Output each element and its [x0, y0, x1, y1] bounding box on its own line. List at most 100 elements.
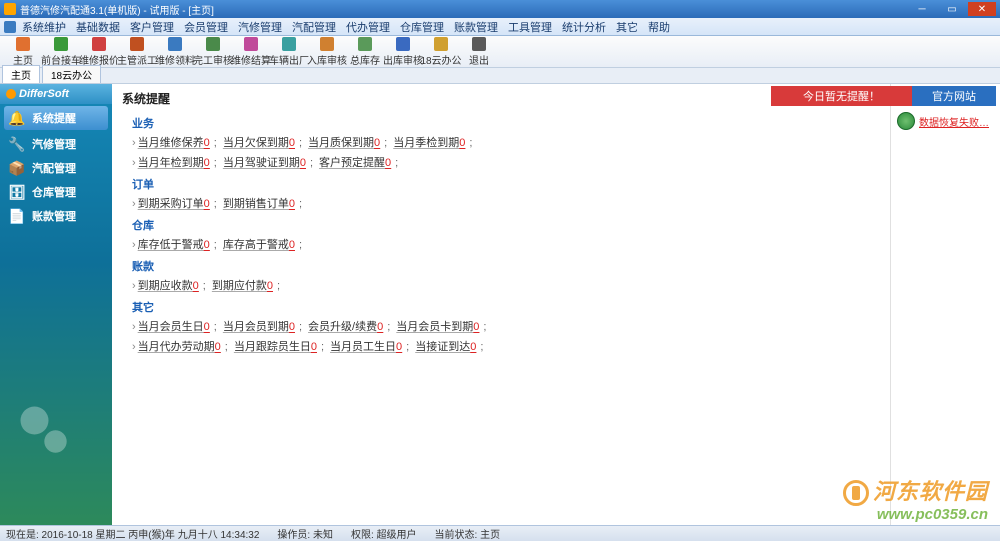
toolbar: 主页 前台接车 维修报价 主管派工 维修领料 完工审核 维修结算 车辆出厂 入库… [0, 36, 1000, 68]
minimize-button[interactable]: ─ [908, 2, 936, 16]
toolbar-label: 18云办公 [420, 52, 461, 67]
menu-item[interactable]: 代办管理 [346, 19, 390, 35]
menu-item[interactable]: 汽配管理 [292, 19, 336, 35]
section-title: 仓库 [132, 217, 880, 233]
reminder-link[interactable]: 到期销售订单0 [223, 198, 295, 210]
status-perm: 权限: 超级用户 [351, 526, 417, 541]
reminder-link[interactable]: 当接证到达0 [415, 341, 476, 353]
reminder-link[interactable]: 会员升级/续费0 [308, 321, 383, 333]
toolbar-车辆出厂[interactable]: 车辆出厂 [270, 37, 308, 67]
reminder-link[interactable]: 库存低于警戒0 [138, 239, 210, 251]
reminder-link[interactable]: 当月维修保养0 [138, 137, 210, 149]
tab-18云办公[interactable]: 18云办公 [42, 65, 101, 83]
reminder-link[interactable]: 当月会员生日0 [138, 321, 210, 333]
reminder-link[interactable]: 当月驾驶证到期0 [223, 157, 306, 169]
sidebar-item-汽配管理[interactable]: 📦 汽配管理 [0, 156, 112, 180]
ic-settle-icon [244, 37, 258, 51]
ic-total-icon [358, 37, 372, 51]
toolbar-label: 维修结算 [231, 52, 271, 67]
menu-item[interactable]: 系统维护 [22, 19, 66, 35]
app-icon [4, 3, 16, 15]
window-title: 普德汽修汽配通3.1(单机版) - 试用版 - [主页] [20, 2, 906, 17]
toolbar-label: 主管派工 [117, 52, 157, 67]
ic-material-icon [168, 37, 182, 51]
reminder-link[interactable]: 到期应付款0 [212, 280, 273, 292]
link-row: ›当月维修保养0;当月欠保到期0;当月质保到期0;当月季检到期0; [132, 134, 880, 150]
reminder-link[interactable]: 当月季检到期0 [393, 137, 465, 149]
section-title: 其它 [132, 299, 880, 315]
menu-item[interactable]: 客户管理 [130, 19, 174, 35]
reminder-link[interactable]: 当月会员卡到期0 [396, 321, 479, 333]
ic-in-icon [320, 37, 334, 51]
menu-item[interactable]: 汽修管理 [238, 19, 282, 35]
toolbar-退出[interactable]: 退出 [460, 37, 498, 67]
reminder-link[interactable]: 到期采购订单0 [138, 198, 210, 210]
menu-item[interactable]: 统计分析 [562, 19, 606, 35]
toolbar-维修领料[interactable]: 维修领料 [156, 37, 194, 67]
official-site-link[interactable]: 官方网站 [912, 86, 996, 106]
toolbar-前台接车[interactable]: 前台接车 [42, 37, 80, 67]
toolbar-主管派工[interactable]: 主管派工 [118, 37, 156, 67]
menu-item[interactable]: 基础数据 [76, 19, 120, 35]
menu-item[interactable]: 账款管理 [454, 19, 498, 35]
section-title: 业务 [132, 115, 880, 131]
ic-out-icon [282, 37, 296, 51]
toolbar-label: 完工审核 [193, 52, 233, 67]
nav-icon: 🗄 [8, 183, 26, 201]
link-row: ›库存低于警戒0;库存高于警戒0; [132, 236, 880, 252]
ic-18-icon [434, 37, 448, 51]
news-badge-icon [897, 112, 915, 130]
nav-icon: 📄 [8, 207, 26, 225]
toolbar-出库审核[interactable]: 出库审核 [384, 37, 422, 67]
ic-done-icon [206, 37, 220, 51]
toolbar-入库审核[interactable]: 入库审核 [308, 37, 346, 67]
nav-icon: 🔔 [8, 109, 26, 127]
reminder-link[interactable]: 库存高于警戒0 [223, 239, 295, 251]
top-right-bar: 今日暂无提醒！ 官方网站 [771, 86, 996, 106]
sidebar-item-仓库管理[interactable]: 🗄 仓库管理 [0, 180, 112, 204]
nav-label: 汽修管理 [32, 136, 76, 152]
maximize-button[interactable]: ▭ [938, 2, 966, 16]
menu-item[interactable]: 其它 [616, 19, 638, 35]
toolbar-维修报价[interactable]: 维修报价 [80, 37, 118, 67]
toolbar-主页[interactable]: 主页 [4, 37, 42, 67]
reminder-link[interactable]: 当月员工生日0 [330, 341, 402, 353]
toolbar-完工审核[interactable]: 完工审核 [194, 37, 232, 67]
page-title: 系统提醒 [122, 90, 880, 107]
title-bar: 普德汽修汽配通3.1(单机版) - 试用版 - [主页] ─ ▭ ✕ [0, 0, 1000, 18]
link-row: ›当月代办劳动期0;当月跟踪员生日0;当月员工生日0;当接证到达0; [132, 338, 880, 354]
sidebar-item-系统提醒[interactable]: 🔔 系统提醒 [4, 106, 108, 130]
menu-item[interactable]: 工具管理 [508, 19, 552, 35]
brand-dot-icon [6, 89, 16, 99]
link-row: ›到期采购订单0;到期销售订单0; [132, 195, 880, 211]
reminder-link[interactable]: 当月会员到期0 [223, 321, 295, 333]
toolbar-18云办公[interactable]: 18云办公 [422, 37, 460, 67]
reminder-link[interactable]: 当月质保到期0 [308, 137, 380, 149]
tab-主页[interactable]: 主页 [2, 65, 40, 83]
reminder-link[interactable]: 当月跟踪员生日0 [234, 341, 317, 353]
link-row: ›当月会员生日0;当月会员到期0;会员升级/续费0;当月会员卡到期0; [132, 318, 880, 334]
reminder-link[interactable]: 到期应收款0 [138, 280, 199, 292]
notice-pill: 今日暂无提醒！ [771, 86, 912, 106]
reminder-link[interactable]: 当月代办劳动期0 [138, 341, 221, 353]
sidebar-item-汽修管理[interactable]: 🔧 汽修管理 [0, 132, 112, 156]
reminder-link[interactable]: 当月年检到期0 [138, 157, 210, 169]
toolbar-总库存[interactable]: 总库存 [346, 37, 384, 67]
ic-outchk-icon [396, 37, 410, 51]
status-bar: 现在是: 2016-10-18 星期二 丙申(猴)年 九月十八 14:34:32… [0, 525, 1000, 541]
menu-item[interactable]: 仓库管理 [400, 19, 444, 35]
reminder-link[interactable]: 客户预定提醒0 [319, 157, 391, 169]
toolbar-label: 总库存 [350, 52, 380, 67]
menu-item[interactable]: 会员管理 [184, 19, 228, 35]
toolbar-维修结算[interactable]: 维修结算 [232, 37, 270, 67]
brand-text: DifferSoft [19, 88, 69, 100]
sidebar-item-账款管理[interactable]: 📄 账款管理 [0, 204, 112, 228]
nav-icon: 🔧 [8, 135, 26, 153]
sidebar: DifferSoft 🔔 系统提醒 🔧 汽修管理 📦 汽配管理 🗄 仓库管理 📄… [0, 84, 112, 529]
status-now: 现在是: 2016-10-18 星期二 丙申(猴)年 九月十八 14:34:32 [6, 526, 259, 541]
menu-item[interactable]: 帮助 [648, 19, 670, 35]
news-link[interactable]: 数据恢复失败… [919, 114, 989, 129]
reminder-link[interactable]: 当月欠保到期0 [223, 137, 295, 149]
workspace: DifferSoft 🔔 系统提醒 🔧 汽修管理 📦 汽配管理 🗄 仓库管理 📄… [0, 84, 1000, 529]
close-button[interactable]: ✕ [968, 2, 996, 16]
